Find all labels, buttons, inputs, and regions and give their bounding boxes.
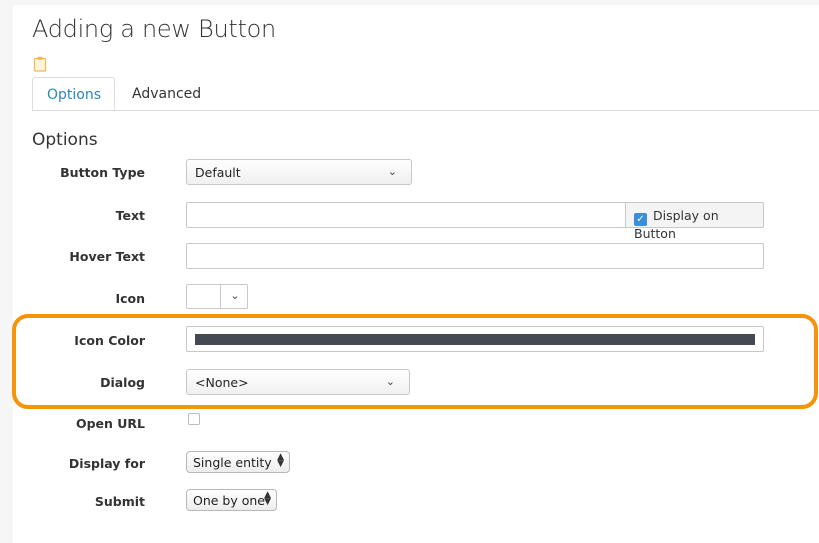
updown-arrows-icon: ▲ ▼ [264,490,271,507]
submit-select[interactable]: One by one ▲ ▼ [186,489,277,511]
tabs-divider [32,110,819,111]
button-type-label: Button Type [60,165,145,180]
hover-text-input[interactable] [186,243,764,269]
section-title: Options [32,130,98,150]
button-type-select[interactable]: Default ⌄ [186,159,412,185]
tab-advanced[interactable]: Advanced [118,77,215,111]
tab-options[interactable]: Options [32,77,115,111]
highlight-annotation [12,314,818,409]
icon-label: Icon [115,291,145,306]
display-for-select[interactable]: Single entity ▲ ▼ [186,451,290,473]
display-for-value: Single entity [193,455,272,470]
open-url-checkbox[interactable] [188,413,200,425]
display-for-label: Display for [68,456,145,471]
clipboard-icon [33,56,47,72]
display-on-button-toggle[interactable]: ✓ Display on Button [625,202,764,241]
text-label: Text [115,208,145,223]
button-type-value: Default [195,165,241,180]
checkbox-checked-icon[interactable]: ✓ [634,213,647,226]
icon-picker[interactable]: ⌄ [186,284,248,309]
text-input[interactable]: ✓ Display on Button [186,202,764,241]
chevron-down-icon[interactable]: ⌄ [223,289,247,302]
page-title: Adding a new Button [32,15,276,43]
hover-text-label: Hover Text [69,249,145,264]
chevron-down-icon: ⌄ [387,165,397,178]
icon-preview [187,285,221,308]
updown-arrows-icon: ▲ ▼ [277,452,284,469]
submit-value: One by one [193,493,265,508]
submit-label: Submit [94,494,145,509]
open-url-label: Open URL [75,416,145,431]
